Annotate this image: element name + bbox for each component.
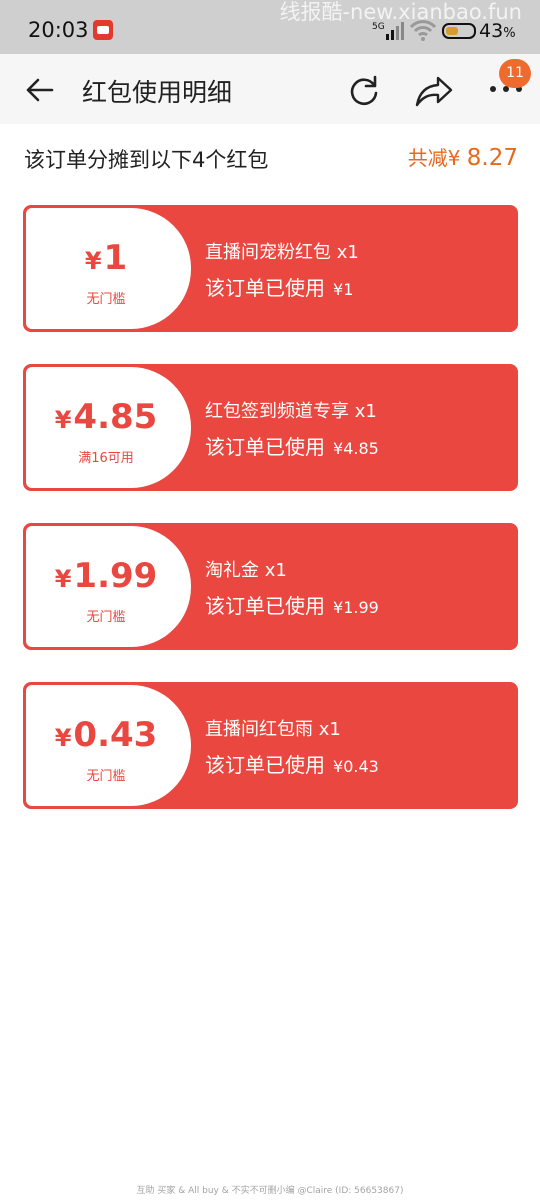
app-notification-icon [93,20,113,40]
coupon-used: 该订单已使用 ¥1 [205,276,354,300]
status-bar: 20:03 线报酷-new.xianbao.fun 5G 43% [0,0,540,54]
coupon-condition: 满16可用 [78,451,134,466]
coupon-card: ¥0.43 无门槛 直播间红包雨 x1 该订单已使用 ¥0.43 [23,682,518,809]
status-time: 20:03 [28,18,89,42]
coupon-value-panel: ¥1.99 无门槛 [26,526,191,647]
coupon-card: ¥1.99 无门槛 淘礼金 x1 该订单已使用 ¥1.99 [23,523,518,650]
coupon-condition: 无门槛 [86,769,126,784]
nav-header: 红包使用明细 11 [0,54,540,124]
footer-watermark: 互助 买家 & All buy & 不实不可删小编 @Claire (ID: 5… [136,1186,404,1196]
signal-icon: 5G [372,22,404,40]
network-type: 5G [372,22,385,32]
wifi-icon [409,20,437,41]
coupon-condition: 无门槛 [86,610,126,625]
coupon-amount: ¥1 [84,238,128,278]
coupon-name: 直播间宠粉红包 x1 [205,242,359,263]
coupon-amount: ¥0.43 [54,715,158,755]
coupon-condition: 无门槛 [86,292,126,307]
coupon-value-panel: ¥4.85 满16可用 [26,367,191,488]
coupon-amount: ¥1.99 [54,556,158,596]
total-discount: 共减¥ 8.27 [407,145,518,171]
coupon-card: ¥1 无门槛 直播间宠粉红包 x1 该订单已使用 ¥1 [23,205,518,332]
coupon-used: 该订单已使用 ¥1.99 [205,594,379,618]
battery-percent: 43% [479,20,516,42]
coupon-name: 淘礼金 x1 [205,560,287,581]
coupon-name: 红包签到频道专享 x1 [205,401,377,422]
coupon-amount: ¥4.85 [54,397,158,437]
coupon-name: 直播间红包雨 x1 [205,719,341,740]
refresh-icon[interactable] [346,73,382,109]
share-icon[interactable] [414,74,454,108]
back-arrow-icon[interactable] [24,76,56,104]
coupon-value-panel: ¥0.43 无门槛 [26,685,191,806]
coupon-value-panel: ¥1 无门槛 [26,208,191,329]
coupon-used: 该订单已使用 ¥4.85 [205,435,379,459]
notification-badge: 11 [499,59,531,88]
battery-icon [442,23,476,39]
page-title: 红包使用明细 [82,78,233,107]
coupon-used: 该订单已使用 ¥0.43 [205,753,379,777]
coupon-card: ¥4.85 满16可用 红包签到频道专享 x1 该订单已使用 ¥4.85 [23,364,518,491]
summary-text: 该订单分摊到以下4个红包 [24,148,269,172]
